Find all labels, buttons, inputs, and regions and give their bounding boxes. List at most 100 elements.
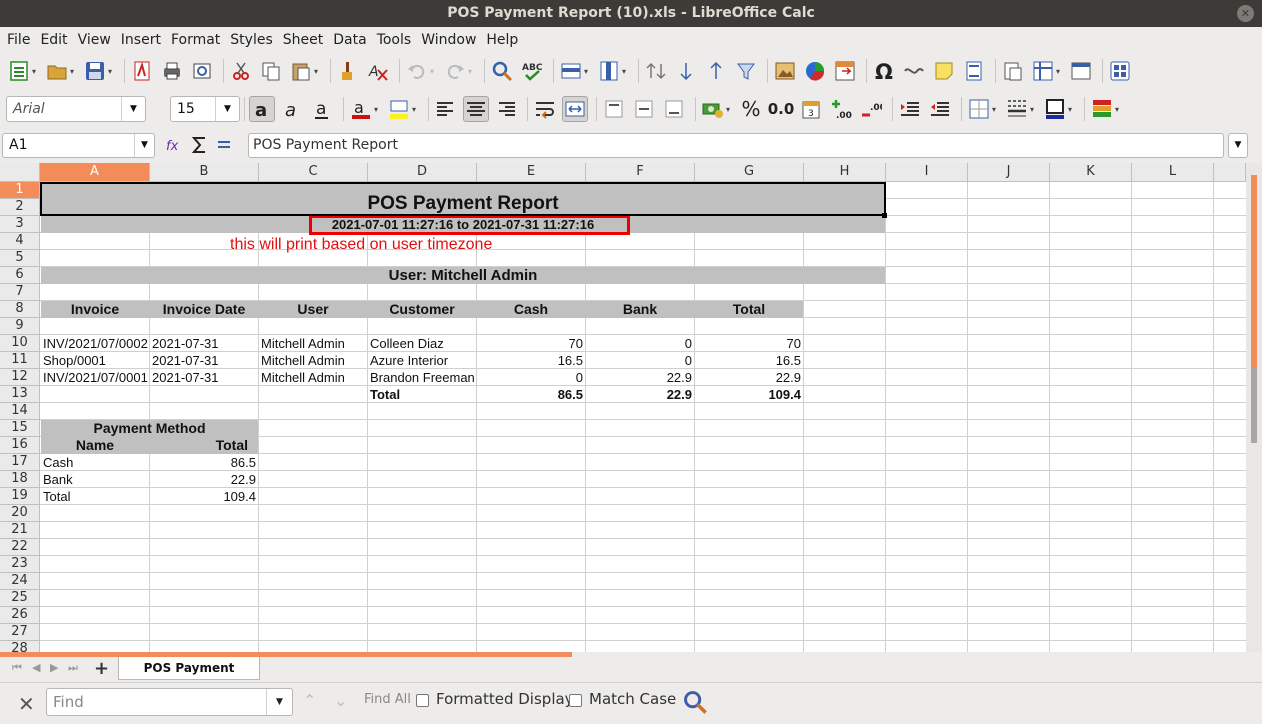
add-sheet-icon[interactable]: + <box>94 658 109 679</box>
row-header[interactable]: 24 <box>0 573 40 590</box>
column-header-j[interactable]: J <box>968 163 1050 182</box>
undo-button[interactable] <box>404 58 430 84</box>
copy-button[interactable] <box>258 58 284 84</box>
border-style-dropdown-icon[interactable]: ▾ <box>1030 105 1038 114</box>
menu-insert[interactable]: Insert <box>116 32 166 48</box>
cell-total[interactable]: 70 <box>695 335 801 352</box>
insert-chart-button[interactable] <box>802 58 828 84</box>
cell-invoice[interactable]: INV/2021/07/0002 <box>43 335 149 352</box>
highlight-dropdown-icon[interactable]: ▾ <box>412 105 420 114</box>
sort-ascending-button[interactable] <box>673 58 699 84</box>
redo-button[interactable] <box>442 58 468 84</box>
payment-method-header-total[interactable]: Total <box>150 437 256 454</box>
menu-format[interactable]: Format <box>166 32 225 48</box>
pivot-table-button[interactable] <box>832 58 858 84</box>
add-decimal-button[interactable]: .00 <box>828 96 854 122</box>
total-cash[interactable]: 86.5 <box>477 386 583 403</box>
column-header-c[interactable]: C <box>259 163 368 182</box>
menu-view[interactable]: View <box>73 32 116 48</box>
hyperlink-button[interactable] <box>901 58 927 84</box>
row-header[interactable]: 10 <box>0 335 40 352</box>
total-grand[interactable]: 109.4 <box>695 386 801 403</box>
row-button[interactable] <box>558 58 584 84</box>
payment-method-name[interactable]: Cash <box>43 454 149 471</box>
row-header[interactable]: 23 <box>0 556 40 573</box>
chevron-down-icon[interactable]: ▼ <box>215 97 239 121</box>
cell-bank[interactable]: 0 <box>586 335 692 352</box>
window-close-button[interactable]: ✕ <box>1237 5 1254 22</box>
cell-customer[interactable]: Azure Interior <box>370 352 476 369</box>
column-header-k[interactable]: K <box>1050 163 1132 182</box>
sort-button[interactable] <box>643 58 669 84</box>
row-header[interactable]: 1 <box>0 182 40 199</box>
font-color-dropdown-icon[interactable]: ▾ <box>374 105 382 114</box>
cell-total[interactable]: 16.5 <box>695 352 801 369</box>
insert-image-button[interactable] <box>772 58 798 84</box>
border-color-button[interactable] <box>1042 96 1068 122</box>
menu-edit[interactable]: Edit <box>35 32 72 48</box>
cell-bank[interactable]: 0 <box>586 352 692 369</box>
row-header[interactable]: 21 <box>0 522 40 539</box>
row-header[interactable]: 11 <box>0 352 40 369</box>
row-header[interactable]: 4 <box>0 233 40 250</box>
borders-dropdown-icon[interactable]: ▾ <box>992 105 1000 114</box>
row-header[interactable]: 18 <box>0 471 40 488</box>
export-pdf-button[interactable] <box>129 58 155 84</box>
chevron-down-icon[interactable]: ▼ <box>134 134 154 157</box>
conditional-format-button[interactable] <box>1089 96 1115 122</box>
date-format-button[interactable]: 3 <box>798 96 824 122</box>
currency-format-button[interactable] <box>700 96 726 122</box>
center-vertically-button[interactable] <box>631 96 657 122</box>
menu-file[interactable]: File <box>2 32 35 48</box>
currency-dropdown-icon[interactable]: ▾ <box>726 105 734 114</box>
row-header[interactable]: 3 <box>0 216 40 233</box>
column-dropdown-icon[interactable]: ▾ <box>622 67 630 76</box>
formatted-display-checkbox[interactable] <box>416 694 429 707</box>
vertical-scrollbar[interactable] <box>1246 163 1262 652</box>
find-input[interactable]: Find ▼ <box>46 688 293 716</box>
autofill-handle[interactable] <box>882 213 887 218</box>
cut-button[interactable] <box>228 58 254 84</box>
cell-cash[interactable]: 0 <box>477 369 583 386</box>
merge-center-button[interactable] <box>562 96 588 122</box>
payment-method-total[interactable]: 109.4 <box>150 488 256 505</box>
cell-invoice[interactable]: INV/2021/07/0001 <box>43 369 149 386</box>
vertical-scroll-thumb[interactable] <box>1251 368 1257 443</box>
payment-method-header-name[interactable]: Name <box>41 437 149 454</box>
row-header[interactable]: 19 <box>0 488 40 505</box>
header-cash[interactable]: Cash <box>477 301 585 318</box>
row-header[interactable]: 8 <box>0 301 40 318</box>
row-header[interactable]: 13 <box>0 386 40 403</box>
header-invoice[interactable]: Invoice <box>41 301 149 318</box>
border-style-button[interactable] <box>1004 96 1030 122</box>
special-character-button[interactable]: Ω <box>871 58 897 84</box>
payment-method-title[interactable]: Payment Method <box>41 420 258 437</box>
comment-button[interactable] <box>931 58 957 84</box>
row-header[interactable]: 22 <box>0 539 40 556</box>
find-previous-icon[interactable]: ⌃ <box>303 691 316 710</box>
clone-formatting-button[interactable] <box>335 58 361 84</box>
row-header[interactable]: 26 <box>0 607 40 624</box>
total-bank[interactable]: 22.9 <box>586 386 692 403</box>
first-sheet-icon[interactable]: ⏮ <box>12 661 22 675</box>
column-header-i[interactable]: I <box>886 163 968 182</box>
menu-tools[interactable]: Tools <box>372 32 417 48</box>
header-footer-button[interactable] <box>961 58 987 84</box>
select-all-corner[interactable] <box>0 163 40 182</box>
cell-invoice-date[interactable]: 2021-07-31 <box>152 352 258 369</box>
freeze-rows-columns-button[interactable] <box>1030 58 1056 84</box>
row-header[interactable]: 9 <box>0 318 40 335</box>
row-header[interactable]: 17 <box>0 454 40 471</box>
clear-formatting-button[interactable]: A <box>365 58 391 84</box>
formula-input[interactable]: POS Payment Report <box>248 133 1224 158</box>
align-right-button[interactable] <box>493 96 519 122</box>
header-customer[interactable]: Customer <box>368 301 476 318</box>
totals-label[interactable]: Total <box>370 386 476 403</box>
find-replace-button[interactable] <box>682 689 708 719</box>
row-header[interactable]: 6 <box>0 267 40 284</box>
align-top-button[interactable] <box>601 96 627 122</box>
wrap-text-button[interactable] <box>532 96 558 122</box>
row-header[interactable]: 2 <box>0 199 40 216</box>
row-header[interactable]: 27 <box>0 624 40 641</box>
column-header-l[interactable]: L <box>1132 163 1214 182</box>
